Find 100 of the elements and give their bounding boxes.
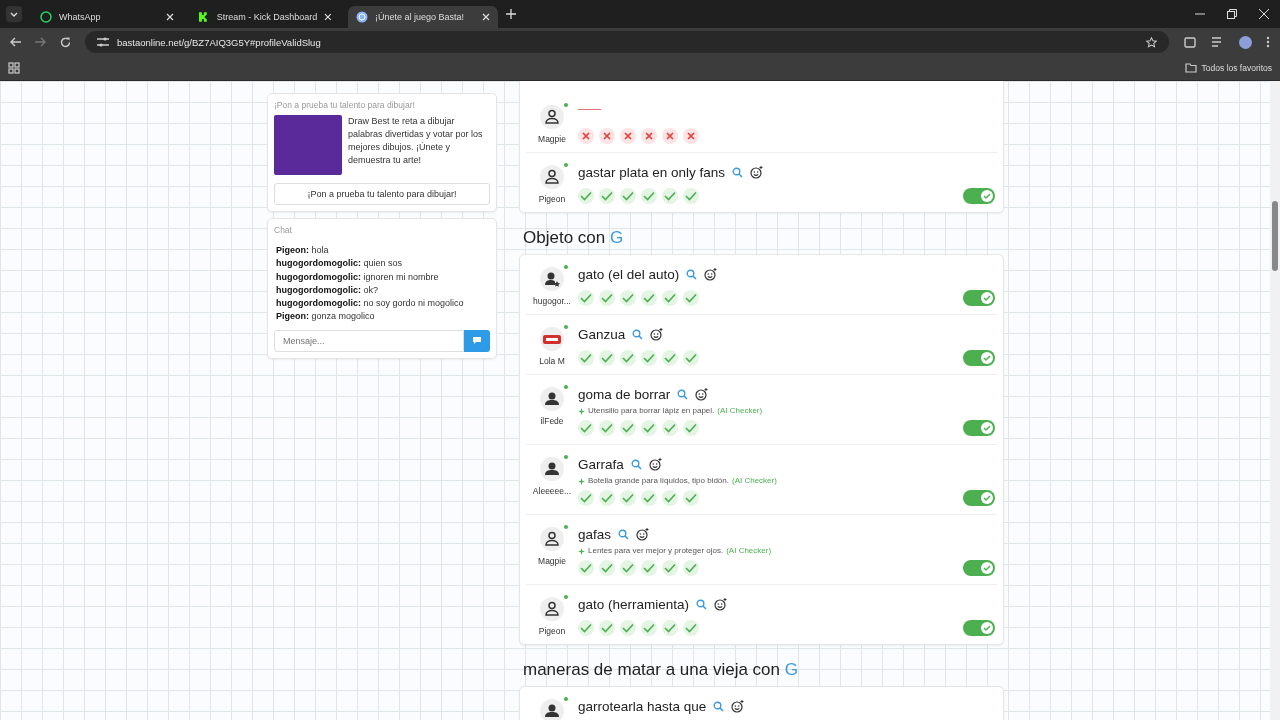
add-reaction-icon[interactable]: [695, 387, 709, 401]
ai-checker-label: (AI Checker): [726, 546, 772, 555]
check-vote-icon[interactable]: [683, 290, 699, 306]
add-reaction-icon[interactable]: [731, 699, 745, 713]
check-vote-icon[interactable]: [641, 560, 657, 576]
close-icon[interactable]: [1259, 9, 1269, 19]
check-vote-icon[interactable]: [683, 490, 699, 506]
search-icon[interactable]: [686, 268, 698, 280]
add-reaction-icon[interactable]: [650, 327, 664, 341]
search-icon[interactable]: [618, 528, 630, 540]
reload-icon[interactable]: [60, 36, 71, 48]
address-bar[interactable]: bastaonline.net/g/BZ7AIQ3G5Y#profileValidSlug: [85, 31, 1169, 53]
search-icon[interactable]: [677, 388, 689, 400]
check-vote-icon[interactable]: [662, 350, 678, 366]
search-icon[interactable]: [630, 458, 642, 470]
send-button[interactable]: [464, 329, 490, 352]
forward-icon[interactable]: [35, 37, 46, 47]
check-vote-icon[interactable]: [683, 350, 699, 366]
bookmarks-folder[interactable]: Todos los favoritos: [1201, 63, 1272, 73]
check-vote-icon[interactable]: [578, 490, 594, 506]
user-avatar-icon: [540, 165, 564, 189]
check-vote-icon[interactable]: [620, 188, 636, 204]
check-vote-icon[interactable]: [683, 620, 699, 636]
check-vote-icon[interactable]: [599, 490, 615, 506]
check-vote-icon[interactable]: [641, 290, 657, 306]
new-tab-icon[interactable]: [506, 9, 516, 19]
accept-toggle[interactable]: [963, 490, 995, 506]
scrollbar-thumb[interactable]: [1272, 201, 1278, 271]
check-vote-icon[interactable]: [662, 188, 678, 204]
add-reaction-icon[interactable]: [704, 267, 718, 281]
check-vote-icon[interactable]: [662, 620, 678, 636]
close-icon[interactable]: [166, 13, 174, 21]
add-reaction-icon[interactable]: [714, 597, 728, 611]
accept-toggle[interactable]: [963, 620, 995, 636]
check-vote-icon[interactable]: [641, 188, 657, 204]
browser-tab[interactable]: Stream - Kick Dashboard: [190, 6, 340, 28]
puzzle-icon[interactable]: [1183, 35, 1197, 49]
check-vote-icon[interactable]: [620, 290, 636, 306]
promo-button[interactable]: ¡Pon a prueba tu talento para dibujar!: [274, 183, 490, 205]
check-vote-icon[interactable]: [683, 420, 699, 436]
search-icon[interactable]: [696, 598, 708, 610]
check-vote-icon[interactable]: [662, 560, 678, 576]
accept-toggle[interactable]: [963, 350, 995, 366]
check-vote-icon[interactable]: [599, 350, 615, 366]
check-vote-icon[interactable]: [620, 420, 636, 436]
cross-vote-icon[interactable]: [662, 128, 678, 144]
online-dot: [564, 385, 568, 389]
check-vote-icon[interactable]: [641, 420, 657, 436]
cross-vote-icon[interactable]: [683, 128, 699, 144]
player-name: hugogor...: [533, 296, 571, 306]
cross-vote-icon[interactable]: [641, 128, 657, 144]
close-icon[interactable]: [324, 13, 332, 21]
check-vote-icon[interactable]: [599, 620, 615, 636]
check-vote-icon[interactable]: [683, 560, 699, 576]
accept-toggle[interactable]: [963, 420, 995, 436]
accept-toggle[interactable]: [963, 290, 995, 306]
check-vote-icon[interactable]: [641, 490, 657, 506]
close-icon[interactable]: [482, 13, 490, 21]
browser-tab[interactable]: WhatsApp: [32, 6, 182, 28]
cross-vote-icon[interactable]: [578, 128, 594, 144]
check-vote-icon[interactable]: [578, 350, 594, 366]
check-vote-icon[interactable]: [599, 188, 615, 204]
check-vote-icon[interactable]: [662, 490, 678, 506]
check-vote-icon[interactable]: [578, 560, 594, 576]
add-reaction-icon[interactable]: [636, 527, 650, 541]
search-icon[interactable]: [732, 166, 744, 178]
accept-toggle[interactable]: [963, 188, 995, 204]
check-vote-icon[interactable]: [620, 560, 636, 576]
message-input[interactable]: Mensaje...: [274, 329, 464, 352]
browser-tab[interactable]: ¡Únete al juego Basta!: [348, 6, 498, 28]
cross-vote-icon[interactable]: [599, 128, 615, 144]
check-vote-icon[interactable]: [641, 620, 657, 636]
back-icon[interactable]: [10, 37, 21, 47]
apps-grid-icon[interactable]: [8, 62, 20, 74]
check-vote-icon[interactable]: [578, 620, 594, 636]
profile-avatar[interactable]: [1239, 35, 1252, 49]
cross-vote-icon[interactable]: [620, 128, 636, 144]
star-icon[interactable]: [1146, 36, 1157, 48]
answer-text: Garrafa: [578, 456, 624, 472]
check-vote-icon[interactable]: [683, 188, 699, 204]
menu-icon[interactable]: [1266, 36, 1270, 48]
check-vote-icon[interactable]: [620, 620, 636, 636]
search-icon[interactable]: [713, 700, 725, 712]
check-vote-icon[interactable]: [662, 290, 678, 306]
search-icon[interactable]: [632, 328, 644, 340]
tab-list-button[interactable]: [6, 6, 22, 22]
check-vote-icon[interactable]: [578, 420, 594, 436]
check-vote-icon[interactable]: [662, 420, 678, 436]
check-vote-icon[interactable]: [620, 350, 636, 366]
add-reaction-icon[interactable]: [750, 165, 764, 179]
restore-icon[interactable]: [1227, 9, 1237, 19]
check-vote-icon[interactable]: [599, 560, 615, 576]
check-vote-icon[interactable]: [599, 420, 615, 436]
check-vote-icon[interactable]: [578, 188, 594, 204]
check-vote-icon[interactable]: [620, 490, 636, 506]
add-reaction-icon[interactable]: [648, 457, 662, 471]
accept-toggle[interactable]: [963, 560, 995, 576]
check-vote-icon[interactable]: [599, 290, 615, 306]
check-vote-icon[interactable]: [578, 290, 594, 306]
check-vote-icon[interactable]: [641, 350, 657, 366]
